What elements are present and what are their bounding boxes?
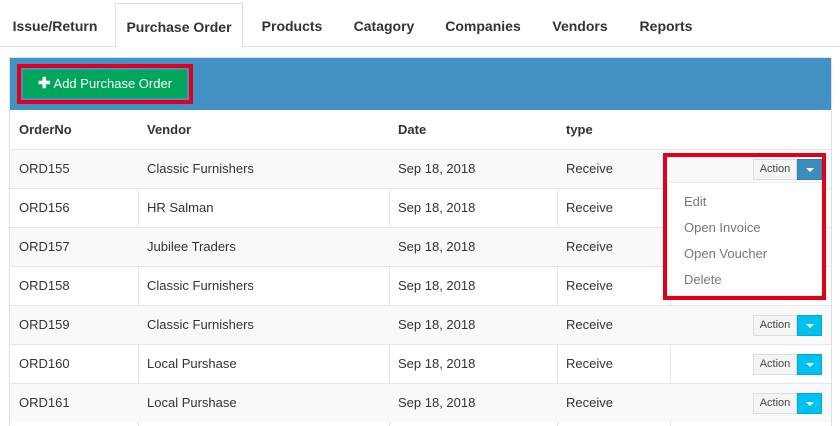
- order-number: ORD155: [19, 161, 70, 176]
- tab-reports[interactable]: Reports: [630, 0, 702, 47]
- action-split-button: Action: [753, 393, 822, 414]
- order-number: ORD158: [19, 278, 70, 293]
- action-button[interactable]: Action: [753, 354, 797, 375]
- order-type: Receive: [566, 278, 613, 293]
- vendor-name: Classic Furnishers: [147, 278, 254, 293]
- vendor-name: Jubilee Traders: [147, 239, 236, 254]
- tab-vendors[interactable]: Vendors: [542, 0, 618, 47]
- action-dropdown-menu: Edit Open Invoice Open Voucher Delete: [667, 182, 822, 296]
- order-date: Sep 18, 2018: [398, 395, 476, 410]
- action-button[interactable]: Action: [753, 393, 797, 414]
- table-row: ORD160 Local Purshase Sep 18, 2018 Recei…: [10, 344, 831, 383]
- order-date: Sep 18, 2018: [398, 278, 476, 293]
- order-type: Receive: [566, 356, 613, 371]
- vendor-name: Classic Furnishers: [147, 317, 254, 332]
- vendor-name: Local Purshase: [147, 356, 237, 371]
- column-header-vendor: Vendor: [147, 122, 192, 137]
- order-number: ORD159: [19, 317, 70, 332]
- column-header-type: type: [566, 122, 593, 137]
- tab-companies[interactable]: Companies: [438, 0, 528, 47]
- tab-products[interactable]: Products: [250, 0, 334, 47]
- order-number: ORD161: [19, 395, 70, 410]
- menu-item-open-invoice[interactable]: Open Invoice: [684, 220, 761, 235]
- order-number: ORD160: [19, 356, 70, 371]
- vendor-name: Local Purshase: [147, 395, 237, 410]
- tab-catagory[interactable]: Catagory: [344, 0, 424, 47]
- add-purchase-order-button[interactable]: ✚ Add Purchase Order: [23, 70, 187, 98]
- order-number: ORD157: [19, 239, 70, 254]
- caret-down-icon: [806, 402, 814, 406]
- order-type: Receive: [566, 395, 613, 410]
- action-dropdown-toggle[interactable]: [797, 315, 822, 336]
- caret-down-icon: [806, 324, 814, 328]
- table-row: ORD159 Classic Furnishers Sep 18, 2018 R…: [10, 305, 831, 344]
- tab-issue-return[interactable]: Issue/Return: [0, 0, 110, 47]
- order-type: Receive: [566, 200, 613, 215]
- menu-item-delete[interactable]: Delete: [684, 272, 722, 287]
- action-split-button: Action: [753, 159, 822, 180]
- order-date: Sep 18, 2018: [398, 356, 476, 371]
- action-split-button: Action: [753, 354, 822, 375]
- order-date: Sep 18, 2018: [398, 239, 476, 254]
- order-number: ORD156: [19, 200, 70, 215]
- table-header-row: OrderNo Vendor Date type: [10, 110, 831, 149]
- add-purchase-order-label: Add Purchase Order: [53, 76, 173, 91]
- menu-item-open-voucher[interactable]: Open Voucher: [684, 246, 767, 261]
- order-date: Sep 18, 2018: [398, 161, 476, 176]
- panel-header: ✚ Add Purchase Order: [10, 58, 831, 110]
- order-date: Sep 18, 2018: [398, 200, 476, 215]
- add-button-highlight: ✚ Add Purchase Order: [17, 64, 193, 104]
- order-type: Receive: [566, 161, 613, 176]
- action-dropdown-toggle[interactable]: [797, 159, 822, 180]
- action-button[interactable]: Action: [753, 159, 797, 180]
- caret-down-icon: [806, 168, 814, 172]
- order-date: Sep 18, 2018: [398, 317, 476, 332]
- vendor-name: Classic Furnishers: [147, 161, 254, 176]
- order-type: Receive: [566, 239, 613, 254]
- caret-down-icon: [806, 363, 814, 367]
- menu-item-edit[interactable]: Edit: [684, 194, 706, 209]
- column-header-orderno: OrderNo: [19, 122, 72, 137]
- plus-icon: ✚: [37, 75, 51, 92]
- nav-tabs: Issue/Return Purchase Order Products Cat…: [0, 0, 840, 48]
- action-button[interactable]: Action: [753, 315, 797, 336]
- tab-purchase-order[interactable]: Purchase Order: [115, 3, 243, 48]
- vendor-name: HR Salman: [147, 200, 214, 215]
- action-dropdown-toggle[interactable]: [797, 393, 822, 414]
- action-dropdown-toggle[interactable]: [797, 354, 822, 375]
- column-header-date: Date: [398, 122, 427, 137]
- action-split-button: Action: [753, 315, 822, 336]
- order-type: Receive: [566, 317, 613, 332]
- table-row: ORD161 Local Purshase Sep 18, 2018 Recei…: [10, 383, 831, 422]
